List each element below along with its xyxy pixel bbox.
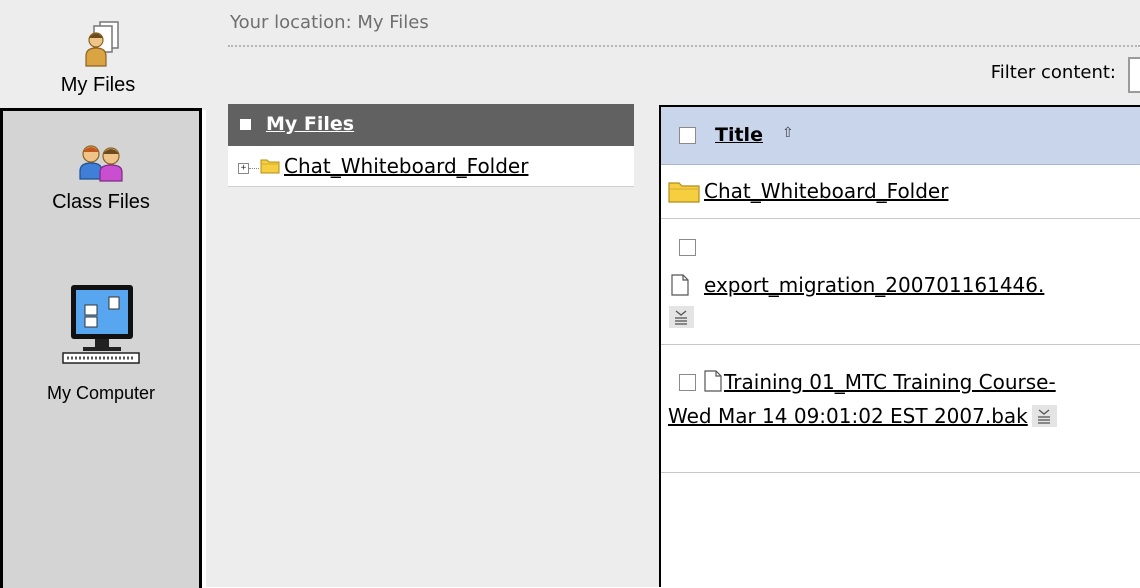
nav-my-files[interactable]: My Files [0,0,206,110]
row-checkbox[interactable] [679,239,696,256]
file-menu-icon[interactable] [1031,405,1057,427]
filter-label: Filter content: [990,62,1116,83]
folder-tree: My Files + Chat_Whiteboard_Folder [228,104,634,187]
file-link[interactable]: export_migration_200701161446. [704,273,1044,297]
nav-my-files-label: My Files [60,74,136,96]
nav-class-files-label: Class Files [52,191,150,213]
filter-input[interactable] [1128,57,1140,93]
document-icon [671,274,689,300]
main-area: Your location: My Files Filter content: … [206,0,1140,587]
folder-link[interactable]: Chat_Whiteboard_Folder [704,179,948,203]
person-document-icon [80,16,124,72]
sort-ascending-icon[interactable]: ⇧ [782,125,794,141]
computer-icon [59,285,143,377]
document-icon [704,370,722,397]
column-header: Title ⇧ [661,107,1140,165]
list-item: Training 01_MTC Training Course-Wed Mar … [661,345,1140,473]
folder-icon [260,158,280,178]
folder-tree-header: My Files [228,104,634,146]
expand-plus-icon[interactable]: + [238,163,249,174]
row-checkbox[interactable] [679,374,696,391]
nav-class-files[interactable]: Class Files [3,139,199,214]
nav-panel: Class Files My Computer [0,108,202,588]
nav-my-computer[interactable]: My Computer [3,283,199,404]
breadcrumb: Your location: My Files [230,12,429,33]
content-list: Title ⇧ Chat_Whiteboard_Folder export_mi… [659,105,1140,587]
tree-item-link[interactable]: Chat_Whiteboard_Folder [284,154,528,178]
tree-root-link[interactable]: My Files [266,113,354,135]
tree-root-square-icon [240,119,251,130]
title-column-link[interactable]: Title [715,124,763,146]
tree-connector [249,168,259,169]
file-entry: Training 01_MTC Training Course-Wed Mar … [668,367,1098,432]
list-item: Chat_Whiteboard_Folder [661,165,1140,219]
nav-my-computer-label: My Computer [46,383,156,403]
file-menu-icon[interactable] [669,306,694,328]
folder-icon [668,181,700,207]
list-item: export_migration_200701161446. [661,219,1140,345]
users-group-icon [76,145,126,187]
breadcrumb-divider [228,45,1140,47]
tree-item: + Chat_Whiteboard_Folder [228,146,634,187]
select-all-checkbox[interactable] [679,127,696,144]
file-link[interactable]: Training 01_MTC Training Course-Wed Mar … [668,370,1056,428]
